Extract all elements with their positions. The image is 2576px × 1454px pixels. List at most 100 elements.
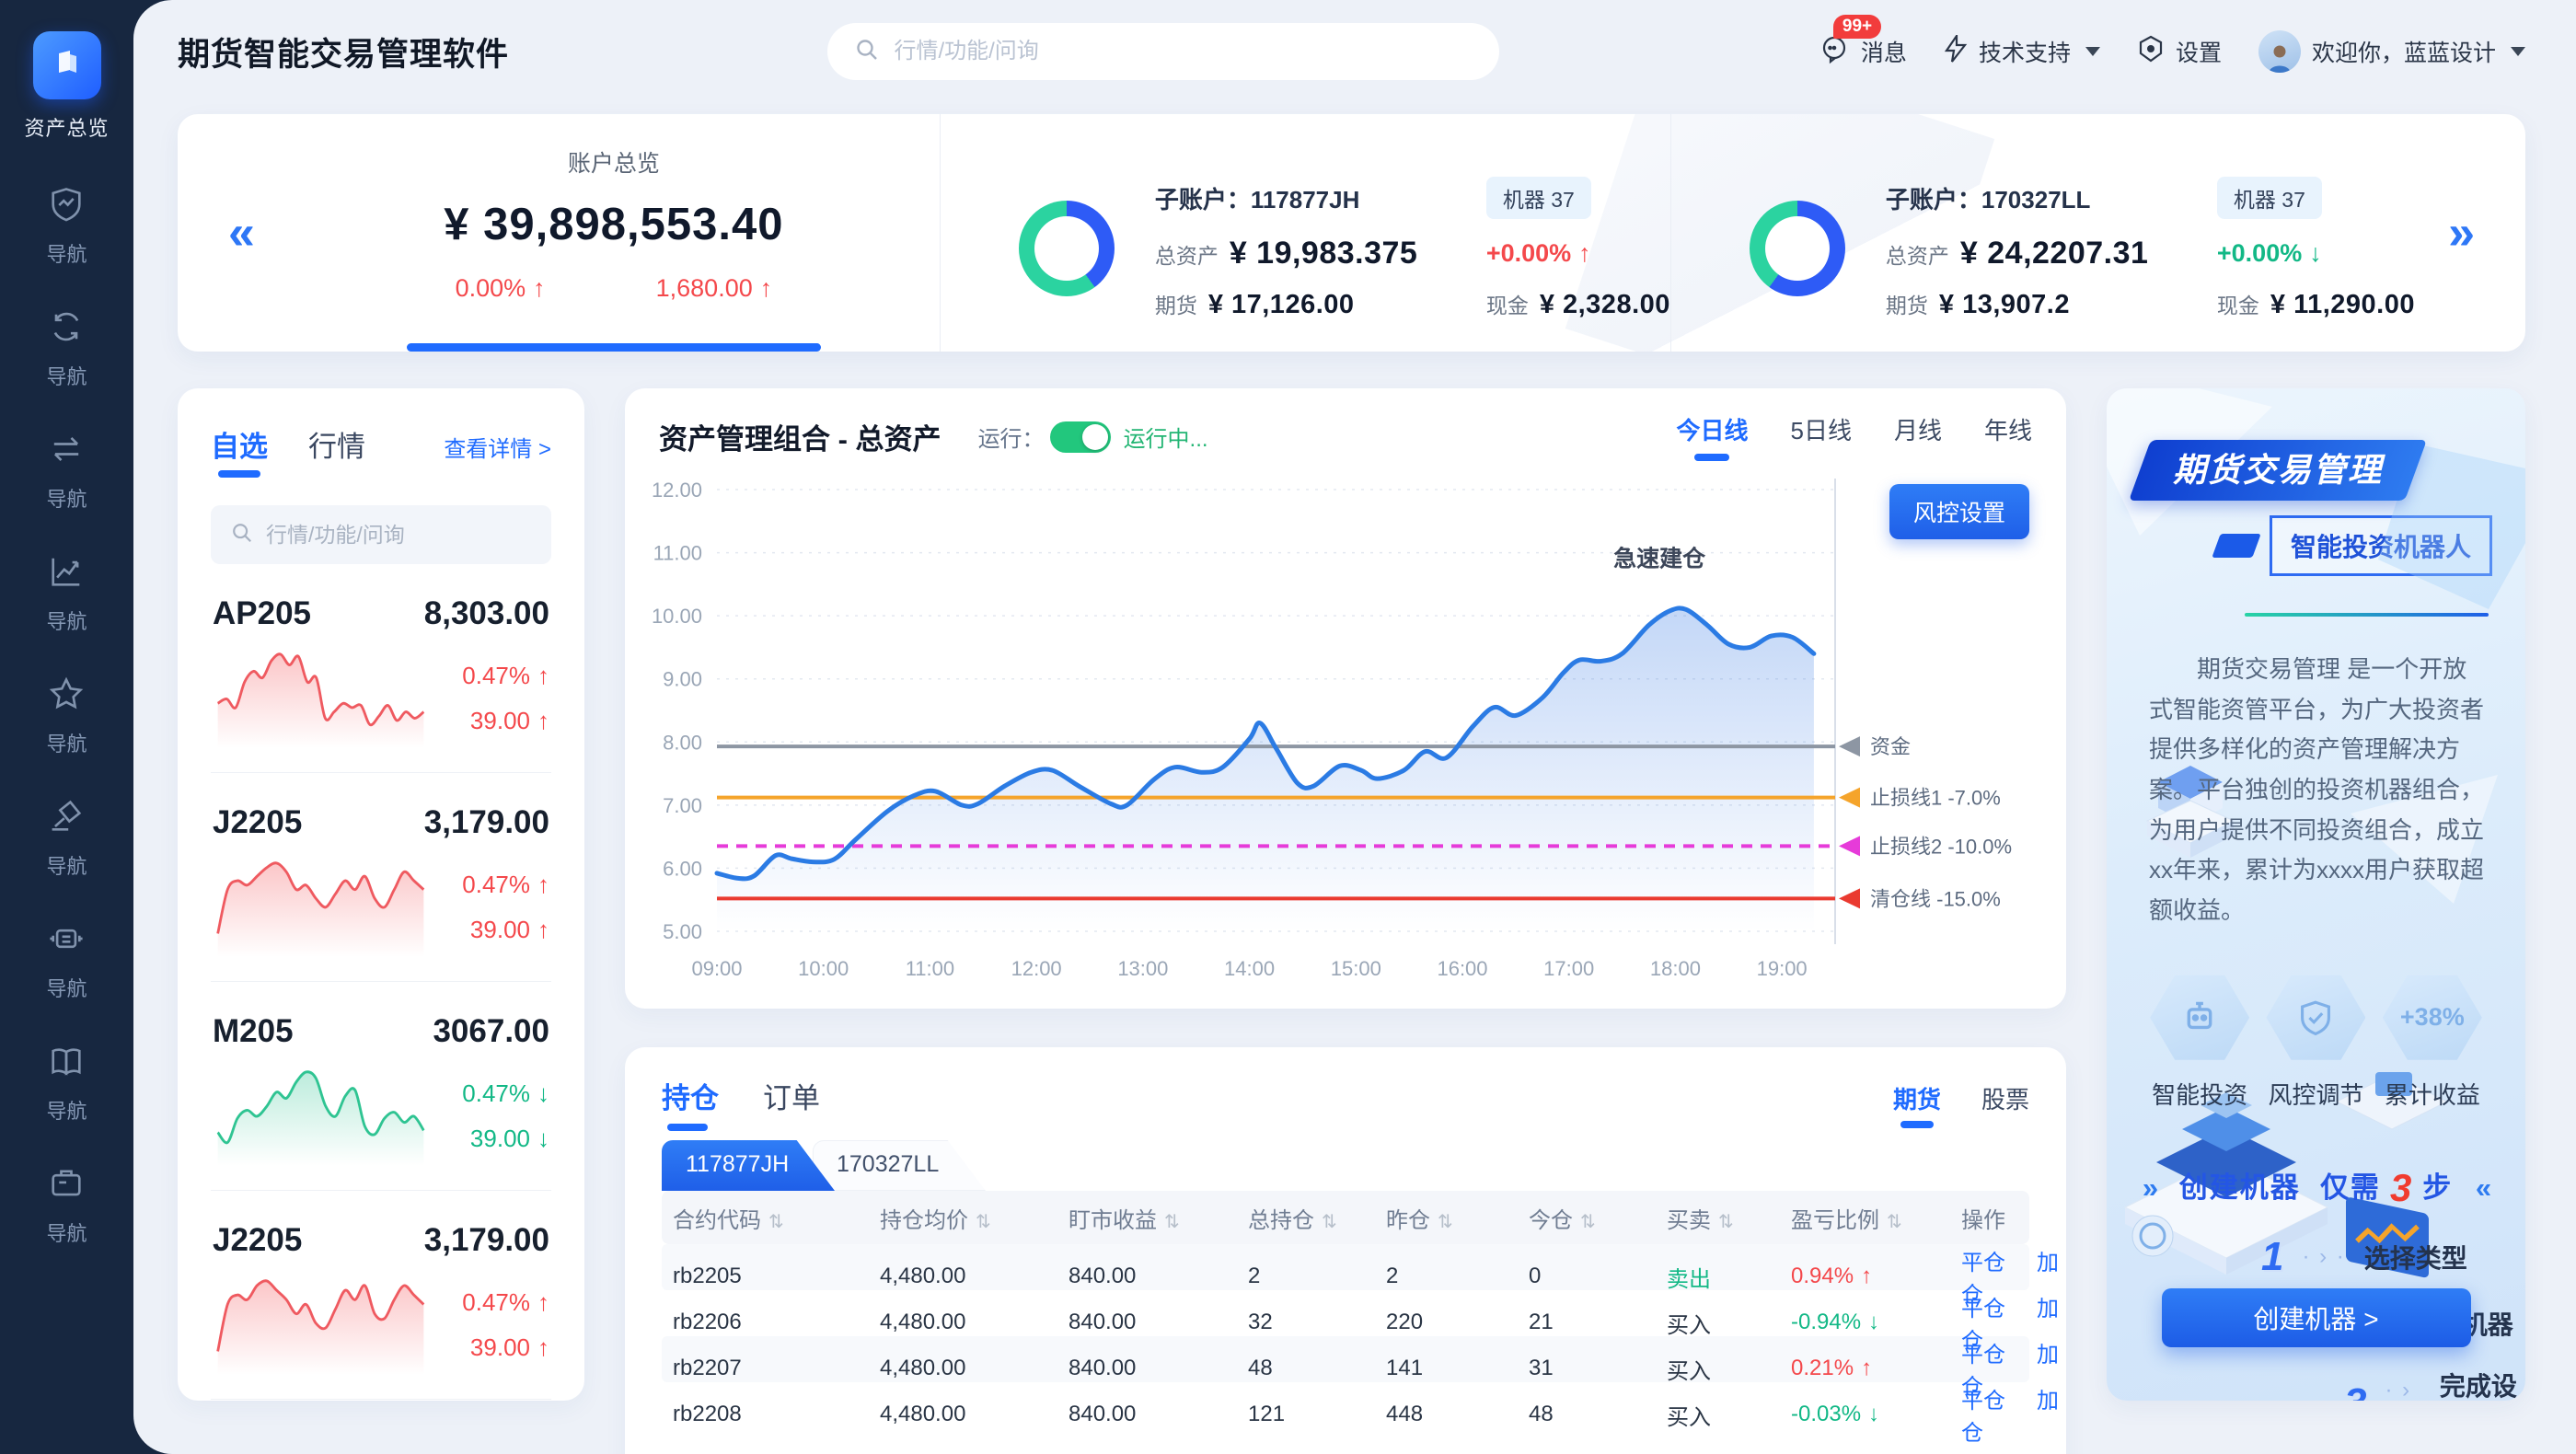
sidebar-item-nav-8[interactable]: 导航	[46, 1041, 87, 1125]
tab-stocks[interactable]: 股票	[1981, 1081, 2029, 1128]
prev-account-button[interactable]: «	[228, 209, 255, 257]
sidebar-item-nav-9[interactable]: 导航	[46, 1163, 87, 1247]
sort-icon: ⇅	[1164, 1212, 1180, 1232]
create-robot-button[interactable]: 创建机器 >	[2162, 1288, 2471, 1347]
watchlist-items: AP205 8,303.00 0.47% 39.00	[211, 564, 551, 1401]
trend-arrow-icon	[537, 653, 549, 698]
close-position-link[interactable]: 平仓	[1961, 1343, 2005, 1367]
subaccount-futures: 期货¥ 13,907.2	[1886, 288, 2189, 320]
view-details-link[interactable]: 查看详情 >	[444, 431, 551, 463]
tab-period-today[interactable]: 今日线	[1676, 412, 1748, 461]
table-row[interactable]: rb2206 4,480.00 840.00 32 220 21 买入 -0.9…	[662, 1290, 2029, 1336]
tab-period-month[interactable]: 月线	[1894, 412, 1942, 461]
watchlist-search-input[interactable]	[266, 523, 538, 548]
list-item[interactable]: M205 3067.00 0.47% 39.00	[211, 982, 551, 1191]
tab-period-year[interactable]: 年线	[1984, 412, 2032, 461]
support-menu[interactable]: 技术支持	[1944, 35, 2100, 69]
sidebar-item-nav-4[interactable]: 导航	[46, 551, 87, 635]
close-position-link[interactable]: 平仓	[1961, 1297, 2005, 1321]
col-ratio[interactable]: 盈亏比例⇅	[1791, 1202, 1961, 1234]
run-toggle[interactable]	[1050, 421, 1111, 453]
trend-arrow-icon	[537, 1325, 549, 1370]
tab-futures[interactable]: 期货	[1893, 1081, 1941, 1128]
table-row[interactable]: rb2205 4,480.00 840.00 2 2 0 卖出 0.94% 平仓…	[662, 1244, 2029, 1290]
global-search[interactable]	[827, 23, 1499, 80]
close-position-link[interactable]: 平仓	[1961, 1251, 2005, 1275]
subaccount-cash: 现金¥ 2,328.00	[1486, 288, 1670, 320]
tab-watchlist[interactable]: 自选	[211, 423, 268, 478]
sidebar-item-assets[interactable]	[33, 31, 101, 99]
subaccount-futures: 期货¥ 17,126.00	[1155, 288, 1459, 320]
svg-text:10:00: 10:00	[798, 957, 849, 980]
dots-arrow-icon: · › ·	[2302, 1244, 2345, 1270]
table-row[interactable]: rb2208 4,480.00 840.00 121 448 48 买入 -0.…	[662, 1382, 2029, 1428]
sort-icon: ⇅	[976, 1212, 991, 1232]
svg-text:13:00: 13:00	[1117, 957, 1168, 980]
svg-text:7.00: 7.00	[663, 794, 702, 817]
tab-positions[interactable]: 持仓	[662, 1075, 719, 1131]
col-total[interactable]: 总持仓⇅	[1248, 1202, 1386, 1234]
sparkline-chart	[213, 1275, 429, 1375]
subaccount-card-1[interactable]: 子账户：117877JH 机器 37 总资产¥ 19,983.375 +0.00…	[940, 114, 1670, 352]
watchlist-panel: 自选 行情 查看详情 > AP205 8,303.00	[178, 388, 584, 1401]
gradient-divider	[2245, 613, 2489, 617]
list-item[interactable]: RB2205 4,480.00 0.47% 39.00	[211, 1400, 551, 1401]
sync-icon	[46, 306, 87, 352]
list-item[interactable]: J2205 3,179.00 0.47% 39.00	[211, 773, 551, 982]
svg-text:10.00: 10.00	[652, 605, 702, 628]
sidebar-item-nav-7[interactable]: 导航	[46, 918, 87, 1002]
next-account-button[interactable]: »	[2448, 209, 2475, 257]
col-code[interactable]: 合约代码⇅	[673, 1202, 880, 1234]
search-icon	[231, 522, 253, 548]
sort-icon: ⇅	[1438, 1212, 1453, 1232]
svg-text:9.00: 9.00	[663, 668, 702, 691]
svg-text:17:00: 17:00	[1543, 957, 1594, 980]
sidebar-item-nav-3[interactable]: 导航	[46, 429, 87, 513]
sidebar-item-nav-6[interactable]: 导航	[46, 796, 87, 880]
sidebar-item-label: 资产总览	[24, 112, 109, 142]
cell-yday: 448	[1386, 1402, 1529, 1427]
promo-description: 期货交易管理 是一个开放式智能资管平台，为广大投资者提供多样化的资产管理解决方案…	[2149, 650, 2487, 931]
cell-side: 买入	[1667, 1307, 1791, 1339]
sidebar-item-nav-5[interactable]: 导航	[46, 674, 87, 757]
close-position-link[interactable]: 平仓	[1961, 1389, 2005, 1414]
subaccount-id: 子账户：117877JH	[1155, 181, 1459, 215]
col-profit[interactable]: 盯市收益⇅	[1069, 1202, 1248, 1234]
col-avg[interactable]: 持仓均价⇅	[880, 1202, 1069, 1234]
risk-settings-button[interactable]: 风控设置	[1889, 484, 2029, 539]
trend-arrow-icon	[537, 698, 549, 744]
subaccount-card-2[interactable]: 子账户：170327LL 机器 37 总资产¥ 24,2207.31 +0.00…	[1670, 114, 2415, 352]
robot-count-badge: 机器 37	[1486, 177, 1591, 219]
settings-button[interactable]: 设置	[2137, 35, 2222, 69]
col-yday[interactable]: 昨仓⇅	[1386, 1202, 1529, 1234]
percent-badge: +38%	[2383, 972, 2482, 1064]
watchlist-search[interactable]	[211, 505, 551, 564]
list-item[interactable]: AP205 8,303.00 0.47% 39.00	[211, 564, 551, 773]
overview-pct: 0.00%	[456, 274, 546, 303]
search-input[interactable]	[894, 39, 1472, 64]
cell-code: rb2208	[673, 1402, 880, 1427]
tab-orders[interactable]: 订单	[763, 1075, 820, 1131]
tab-period-5day[interactable]: 5日线	[1791, 412, 1852, 461]
sidebar-item-nav-2[interactable]: 导航	[46, 306, 87, 390]
messages-button[interactable]: 99+ 消息	[1819, 33, 1907, 71]
message-icon	[1819, 33, 1850, 71]
list-item[interactable]: J2205 3,179.00 0.47% 39.00	[211, 1191, 551, 1400]
tab-account-170327LL[interactable]: 170327LL	[813, 1140, 986, 1191]
cell-today: 21	[1529, 1310, 1667, 1335]
tab-quotes[interactable]: 行情	[308, 423, 365, 478]
cell-actions: 平仓加仓	[1961, 1382, 2081, 1447]
cell-side: 买入	[1667, 1353, 1791, 1385]
message-count-badge: 99+	[1833, 15, 1881, 39]
table-row[interactable]: rb2207 4,480.00 840.00 48 141 31 买入 0.21…	[662, 1336, 2029, 1382]
sidebar-item-nav-1[interactable]: 导航	[46, 184, 87, 268]
col-today[interactable]: 今仓⇅	[1529, 1202, 1667, 1234]
user-menu[interactable]: 欢迎你，蓝蓝设计	[2258, 30, 2525, 73]
dots-arrow-icon: · › ·	[2385, 1378, 2420, 1401]
col-side[interactable]: 买卖⇅	[1667, 1202, 1791, 1234]
subaccount-total: 总资产¥ 24,2207.31	[1886, 236, 2189, 271]
svg-text:19:00: 19:00	[1757, 957, 1808, 980]
active-card-indicator	[407, 343, 821, 352]
cell-code: rb2206	[673, 1310, 880, 1335]
tab-account-117877JH[interactable]: 117877JH	[662, 1140, 835, 1191]
